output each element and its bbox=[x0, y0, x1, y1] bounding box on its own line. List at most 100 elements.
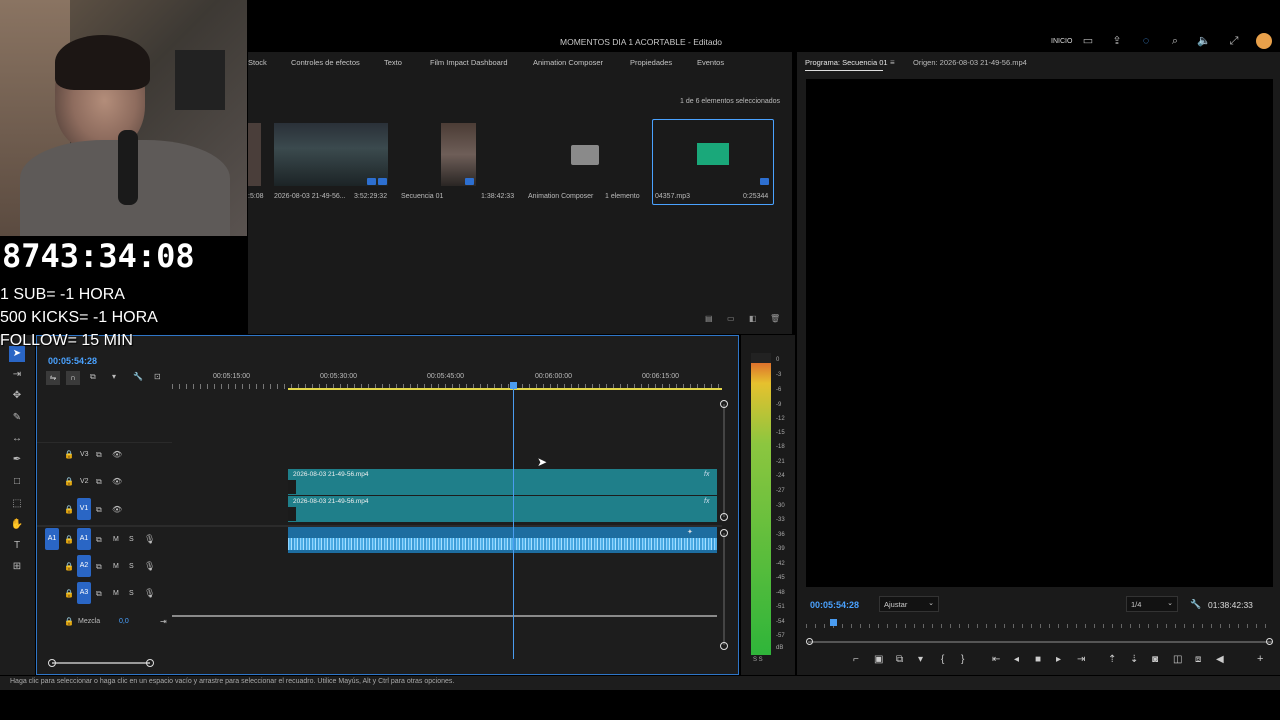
work-area-bar[interactable] bbox=[288, 388, 722, 390]
video-tracks-scrollbar[interactable] bbox=[723, 404, 725, 517]
add-marker-icon[interactable]: ▾ bbox=[918, 654, 923, 665]
hand-tool-icon[interactable]: ✋ bbox=[9, 517, 25, 533]
sync-lock-icon[interactable]: ⧉ bbox=[96, 505, 102, 515]
tab-text[interactable]: Texto bbox=[384, 58, 402, 67]
tab-animation-composer[interactable]: Animation Composer bbox=[533, 58, 603, 67]
compare-view-icon[interactable]: ◫ bbox=[1173, 654, 1182, 665]
wrench-icon[interactable]: 🔧 bbox=[1190, 599, 1201, 610]
razor-tool-icon[interactable]: ✎ bbox=[9, 410, 25, 426]
microphone-icon[interactable]: 🎙 bbox=[144, 534, 155, 545]
timeline-timecode[interactable]: 00:05:54:28 bbox=[48, 356, 97, 366]
bin-item-clip[interactable] bbox=[248, 123, 261, 186]
panel-layout-icon[interactable]: ▭ bbox=[1081, 34, 1095, 48]
scroll-handle-bottom[interactable] bbox=[720, 513, 728, 521]
go-to-out-icon[interactable]: ⇥ bbox=[1077, 654, 1085, 665]
tab-effect-controls[interactable]: Controles de efectos bbox=[291, 58, 360, 67]
scroll-handle-top[interactable] bbox=[720, 400, 728, 408]
linked-selection-icon[interactable]: ⧉ bbox=[90, 372, 96, 382]
eye-icon[interactable]: 👁 bbox=[112, 450, 122, 459]
track-target-a3[interactable]: A3 bbox=[77, 582, 91, 604]
search-icon[interactable]: ⌕ bbox=[1168, 34, 1182, 48]
trash-icon[interactable]: 🗑 bbox=[770, 314, 780, 323]
solo-button[interactable]: S bbox=[129, 563, 134, 570]
ripple-edit-tool-icon[interactable]: ✥ bbox=[9, 388, 25, 404]
add-marker-icon[interactable]: ▾ bbox=[112, 372, 116, 381]
sync-lock-icon[interactable]: ⧉ bbox=[96, 477, 102, 487]
rectangle-tool-icon[interactable]: □ bbox=[9, 474, 25, 490]
tab-properties[interactable]: Propiedades bbox=[630, 58, 672, 67]
lock-icon[interactable]: 🔒 bbox=[64, 450, 74, 459]
folder-icon[interactable] bbox=[571, 145, 599, 165]
lock-icon[interactable]: 🔒 bbox=[64, 535, 74, 544]
source-patch-a1[interactable]: A1 bbox=[45, 528, 59, 550]
eye-icon[interactable]: 👁 bbox=[112, 505, 122, 514]
lock-icon[interactable]: 🔒 bbox=[64, 562, 74, 571]
timeline-zoom-scrollbar[interactable] bbox=[52, 662, 150, 664]
scroll-handle-right[interactable] bbox=[146, 659, 154, 667]
snap-magnet-icon[interactable]: ∩ bbox=[66, 371, 80, 385]
eye-icon[interactable]: 👁 bbox=[112, 477, 122, 486]
mark-in-icon[interactable]: ⌐ bbox=[853, 654, 859, 665]
program-timecode[interactable]: 00:05:54:28 bbox=[810, 600, 859, 610]
volume-icon[interactable]: 🔈 bbox=[1197, 34, 1211, 48]
track-target-a2[interactable]: A2 bbox=[77, 555, 91, 577]
scroll-handle-right[interactable] bbox=[1266, 638, 1273, 645]
program-video-frame[interactable] bbox=[806, 79, 1273, 587]
mark-in-bracket-icon[interactable]: { bbox=[941, 654, 944, 665]
sync-lock-icon[interactable]: ⧉ bbox=[96, 535, 102, 545]
slip-tool-icon[interactable]: ↔ bbox=[9, 431, 25, 447]
caption-tool-icon[interactable]: ⊞ bbox=[9, 559, 25, 575]
scroll-handle-top[interactable] bbox=[720, 529, 728, 537]
playback-resolution-select[interactable]: 1/4 ⌄ bbox=[1126, 596, 1178, 612]
microphone-icon[interactable]: 🎙 bbox=[144, 561, 155, 572]
stop-icon[interactable]: ■ bbox=[1035, 654, 1041, 665]
fullscreen-icon[interactable]: ⤢ bbox=[1227, 34, 1241, 48]
go-to-end-icon[interactable]: ⇥ bbox=[160, 617, 167, 626]
microphone-icon[interactable]: 🎙 bbox=[144, 588, 155, 599]
track-target-a1[interactable]: A1 bbox=[77, 528, 91, 550]
program-time-ruler[interactable] bbox=[806, 618, 1273, 630]
mix-volume-value[interactable]: 0,0 bbox=[119, 618, 129, 625]
export-frame-icon[interactable]: ⧉ bbox=[896, 654, 903, 665]
solo-button[interactable]: S bbox=[129, 590, 134, 597]
extract-icon[interactable]: ⇣ bbox=[1130, 654, 1138, 665]
scroll-handle-left[interactable] bbox=[806, 638, 813, 645]
lock-icon[interactable]: 🔒 bbox=[64, 617, 74, 626]
mute-button[interactable]: M bbox=[113, 563, 119, 570]
bin-item-sequence-thumbnail[interactable] bbox=[441, 123, 476, 186]
timeline-settings-icon[interactable]: 🔧 bbox=[133, 372, 143, 381]
step-forward-icon[interactable]: ▸ bbox=[1056, 654, 1061, 665]
safe-margins-icon[interactable]: ▣ bbox=[874, 654, 883, 665]
zoom-select[interactable]: Ajustar ⌄ bbox=[879, 596, 939, 612]
track-target-v1[interactable]: V1 bbox=[77, 498, 91, 520]
add-button-icon[interactable]: + bbox=[1257, 653, 1263, 665]
audio-scrub-icon[interactable]: ◀ bbox=[1216, 654, 1224, 665]
generative-tool-icon[interactable]: ⬚ bbox=[9, 496, 25, 512]
tab-film-impact[interactable]: Film Impact Dashboard bbox=[430, 58, 508, 67]
timeline-playhead-line[interactable] bbox=[513, 383, 514, 659]
nest-toggle-icon[interactable]: ⇋ bbox=[46, 371, 60, 385]
type-tool-icon[interactable]: T bbox=[9, 538, 25, 554]
lift-icon[interactable]: ⇡ bbox=[1108, 654, 1116, 665]
camera-icon[interactable]: ◙ bbox=[1152, 654, 1158, 665]
lock-icon[interactable]: 🔒 bbox=[64, 589, 74, 598]
timeline-playhead[interactable] bbox=[510, 382, 517, 389]
bin-item-video-thumbnail[interactable] bbox=[274, 123, 388, 186]
scroll-handle-left[interactable] bbox=[48, 659, 56, 667]
sync-lock-icon[interactable]: ⧉ bbox=[96, 562, 102, 572]
proxy-icon[interactable]: ⧈ bbox=[1195, 654, 1201, 665]
sync-lock-icon[interactable]: ⧉ bbox=[96, 589, 102, 599]
workspace-inicio-button[interactable]: INICIO bbox=[1051, 38, 1072, 45]
tab-program[interactable]: Programa: Secuencia 01 bbox=[805, 58, 888, 67]
tab-stock[interactable]: Stock bbox=[248, 58, 267, 67]
panel-menu-icon[interactable]: ≡ bbox=[890, 58, 895, 67]
audio-tracks-scrollbar[interactable] bbox=[723, 533, 725, 645]
program-playhead[interactable] bbox=[830, 619, 837, 626]
lock-icon[interactable]: 🔒 bbox=[64, 505, 74, 514]
lock-icon[interactable]: 🔒 bbox=[64, 477, 74, 486]
program-zoom-scrollbar[interactable] bbox=[808, 641, 1272, 643]
freeform-view-icon[interactable]: ▤ bbox=[705, 314, 715, 323]
mute-button[interactable]: M bbox=[113, 590, 119, 597]
tab-events[interactable]: Eventos bbox=[697, 58, 724, 67]
progress-icon[interactable]: ◌ bbox=[1139, 34, 1153, 48]
